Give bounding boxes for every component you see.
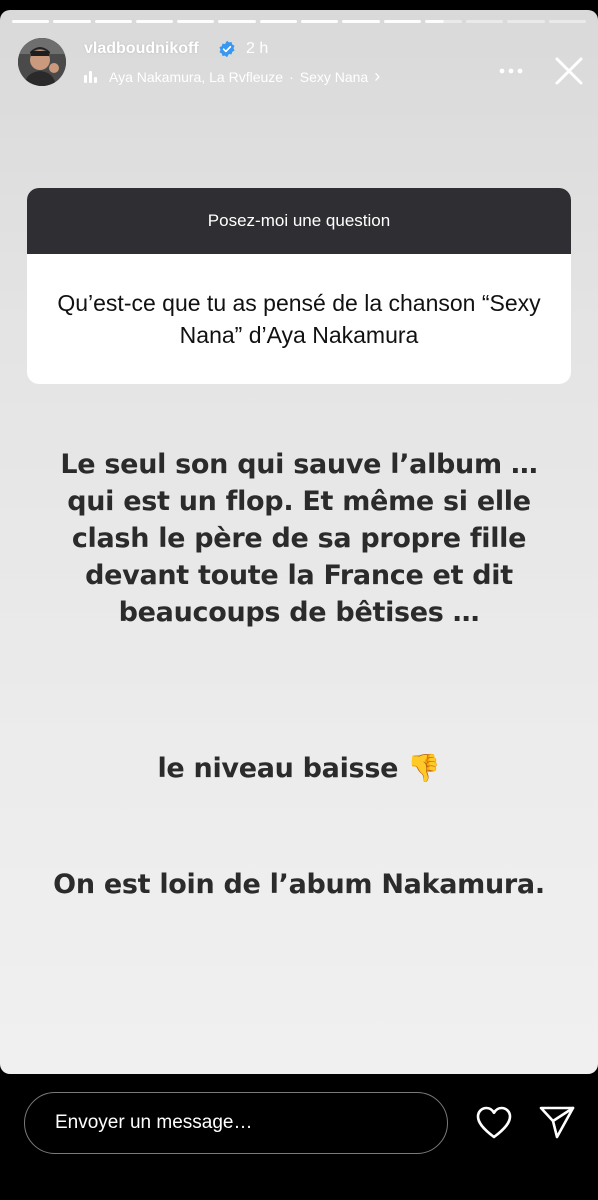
progress-segment: [548, 20, 586, 23]
music-bars-icon: [84, 70, 97, 83]
progress-segment: [53, 20, 91, 23]
close-icon[interactable]: [552, 54, 586, 88]
progress-segment: [218, 20, 256, 23]
question-sticker: Posez-moi une question Qu’est-ce que tu …: [27, 188, 571, 384]
reply-bar: Envoyer un message…: [0, 1074, 598, 1200]
chevron-right-icon: ›: [374, 66, 381, 86]
question-sticker-title: Posez-moi une question: [27, 188, 571, 254]
answer-text-conclusion: On est loin de l’abum Nakamura.: [53, 869, 545, 900]
answer-verdict-text: le niveau baisse: [157, 753, 399, 784]
progress-segment: [177, 20, 215, 23]
answer-text-verdict: le niveau baisse 👎: [40, 750, 558, 787]
heart-icon[interactable]: [476, 1106, 512, 1140]
music-title: Sexy Nana: [299, 68, 369, 85]
verified-badge-icon: [219, 40, 235, 58]
story-frame: vladboudnikoff 2 h Aya Nakamura, La Rvfl…: [0, 10, 598, 1074]
music-separator: ·: [289, 68, 294, 85]
more-dots-icon[interactable]: [496, 61, 526, 81]
progress-segment: [383, 20, 421, 23]
send-icon[interactable]: [538, 1104, 576, 1140]
progress-segment: [342, 20, 380, 23]
story-progress-bar: [12, 20, 586, 23]
music-artists: Aya Nakamura, La Rvfleuze: [109, 68, 284, 85]
post-time: 2 h: [246, 40, 269, 57]
message-input[interactable]: Envoyer un message…: [24, 1092, 448, 1154]
progress-segment: [94, 20, 132, 23]
progress-segment-current: [424, 20, 463, 23]
avatar[interactable]: [18, 38, 66, 86]
music-attribution[interactable]: Aya Nakamura, La Rvfleuze · Sexy Nana ›: [84, 66, 380, 87]
question-text: Qu’est-ce que tu as pensé de la chanson …: [57, 290, 541, 348]
progress-segment: [12, 20, 50, 23]
progress-segment: [135, 20, 174, 23]
progress-segment: [259, 20, 297, 23]
progress-segment: [466, 20, 504, 23]
answer-text-main: Le seul son qui sauve l’album … qui est …: [60, 449, 538, 628]
thumbs-down-icon: 👎: [407, 753, 441, 784]
progress-segment: [300, 20, 339, 23]
progress-segment: [507, 20, 545, 23]
username[interactable]: vladboudnikoff: [84, 40, 199, 58]
